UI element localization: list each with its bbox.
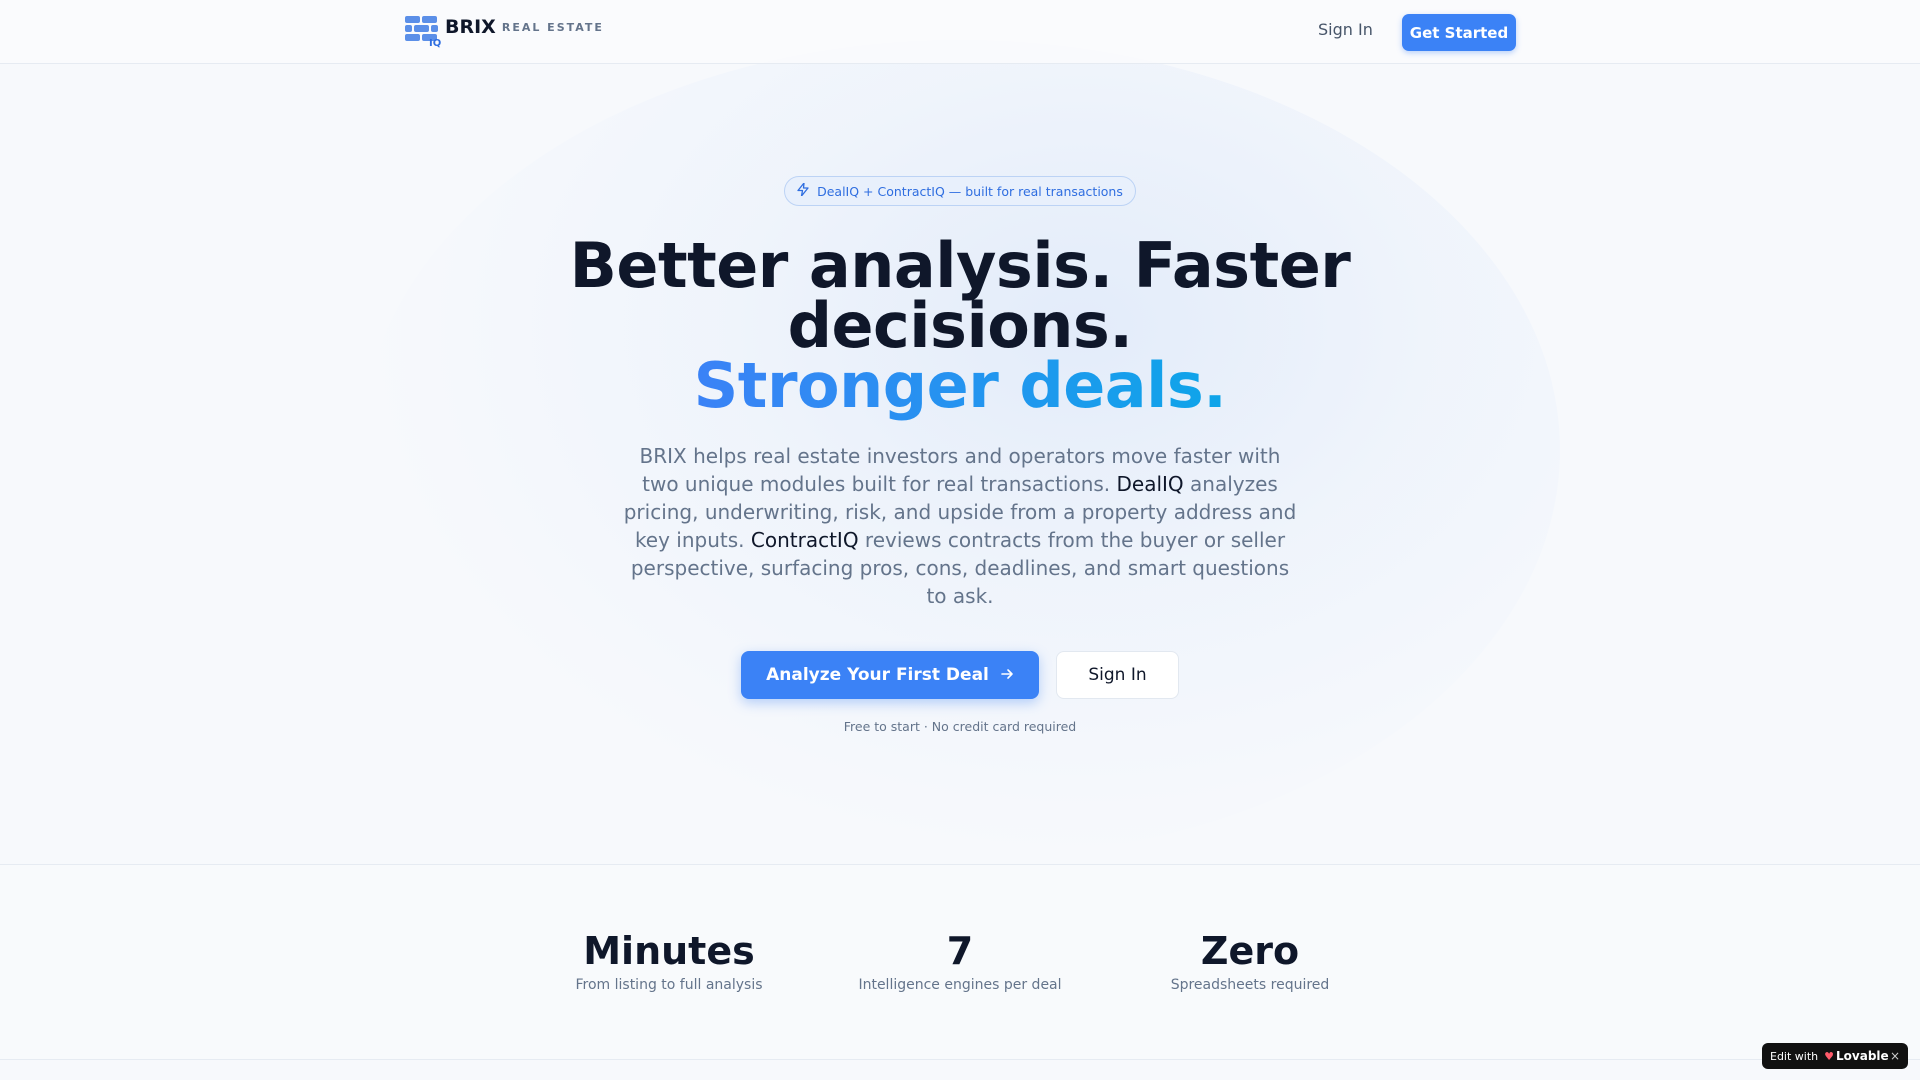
hero-badge: DealIQ + ContractIQ — built for real tra… xyxy=(784,176,1136,206)
brand-logo[interactable]: IQ BRIX REAL ESTATE xyxy=(405,16,604,50)
lovable-prefix: Edit with xyxy=(1770,1049,1819,1063)
brick-logo-icon: IQ xyxy=(405,16,441,50)
stat-item: 7 Intelligence engines per deal xyxy=(830,929,1090,993)
hero-desc-dealiq: DealIQ xyxy=(1116,472,1184,496)
analyze-first-deal-button[interactable]: Analyze Your First Deal xyxy=(741,651,1039,699)
hero-title: Better analysis. Faster decisions. Stron… xyxy=(460,235,1460,417)
logo-mark-text: IQ xyxy=(429,38,442,49)
top-nav: IQ BRIX REAL ESTATE Sign In Get Started xyxy=(0,0,1920,64)
analyze-first-deal-label: Analyze Your First Deal xyxy=(766,665,989,685)
edit-with-lovable-badge[interactable]: Edit with ♥ Lovable × xyxy=(1762,1043,1908,1069)
arrow-right-icon xyxy=(1001,666,1014,684)
bolt-icon xyxy=(797,181,809,200)
get-started-button[interactable]: Get Started xyxy=(1402,14,1516,51)
stat-value: 7 xyxy=(946,929,974,973)
hero-description: BRIX helps real estate investors and ope… xyxy=(620,442,1300,610)
lovable-brand-text: Lovable xyxy=(1836,1049,1889,1063)
stat-item: Zero Spreadsheets required xyxy=(1120,929,1380,993)
lovable-brand: ♥ Lovable xyxy=(1824,1049,1889,1063)
stat-value: Zero xyxy=(1200,929,1300,973)
stat-label: From listing to full analysis xyxy=(575,977,763,993)
hero-fineprint: Free to start · No credit card required xyxy=(843,719,1077,734)
nav-sign-in-link[interactable]: Sign In xyxy=(1318,20,1373,39)
brand-name: BRIX xyxy=(445,16,496,38)
stat-label: Intelligence engines per deal xyxy=(858,977,1062,993)
lovable-heart-icon: ♥ xyxy=(1824,1049,1835,1063)
stat-item: Minutes From listing to full analysis xyxy=(539,929,799,993)
hero-badge-text: DealIQ + ContractIQ — built for real tra… xyxy=(817,183,1123,199)
stat-label: Spreadsheets required xyxy=(1170,977,1330,993)
hero-desc-contractiq: ContractIQ xyxy=(750,528,859,552)
stat-value: Minutes xyxy=(583,929,755,973)
stats-section: Minutes From listing to full analysis 7 … xyxy=(0,864,1920,1060)
brand-subtitle: REAL ESTATE xyxy=(501,21,604,34)
hero-sign-in-button[interactable]: Sign In xyxy=(1056,651,1179,699)
close-icon[interactable]: × xyxy=(1890,1049,1900,1063)
hero-title-accent: Stronger deals. xyxy=(693,349,1227,422)
